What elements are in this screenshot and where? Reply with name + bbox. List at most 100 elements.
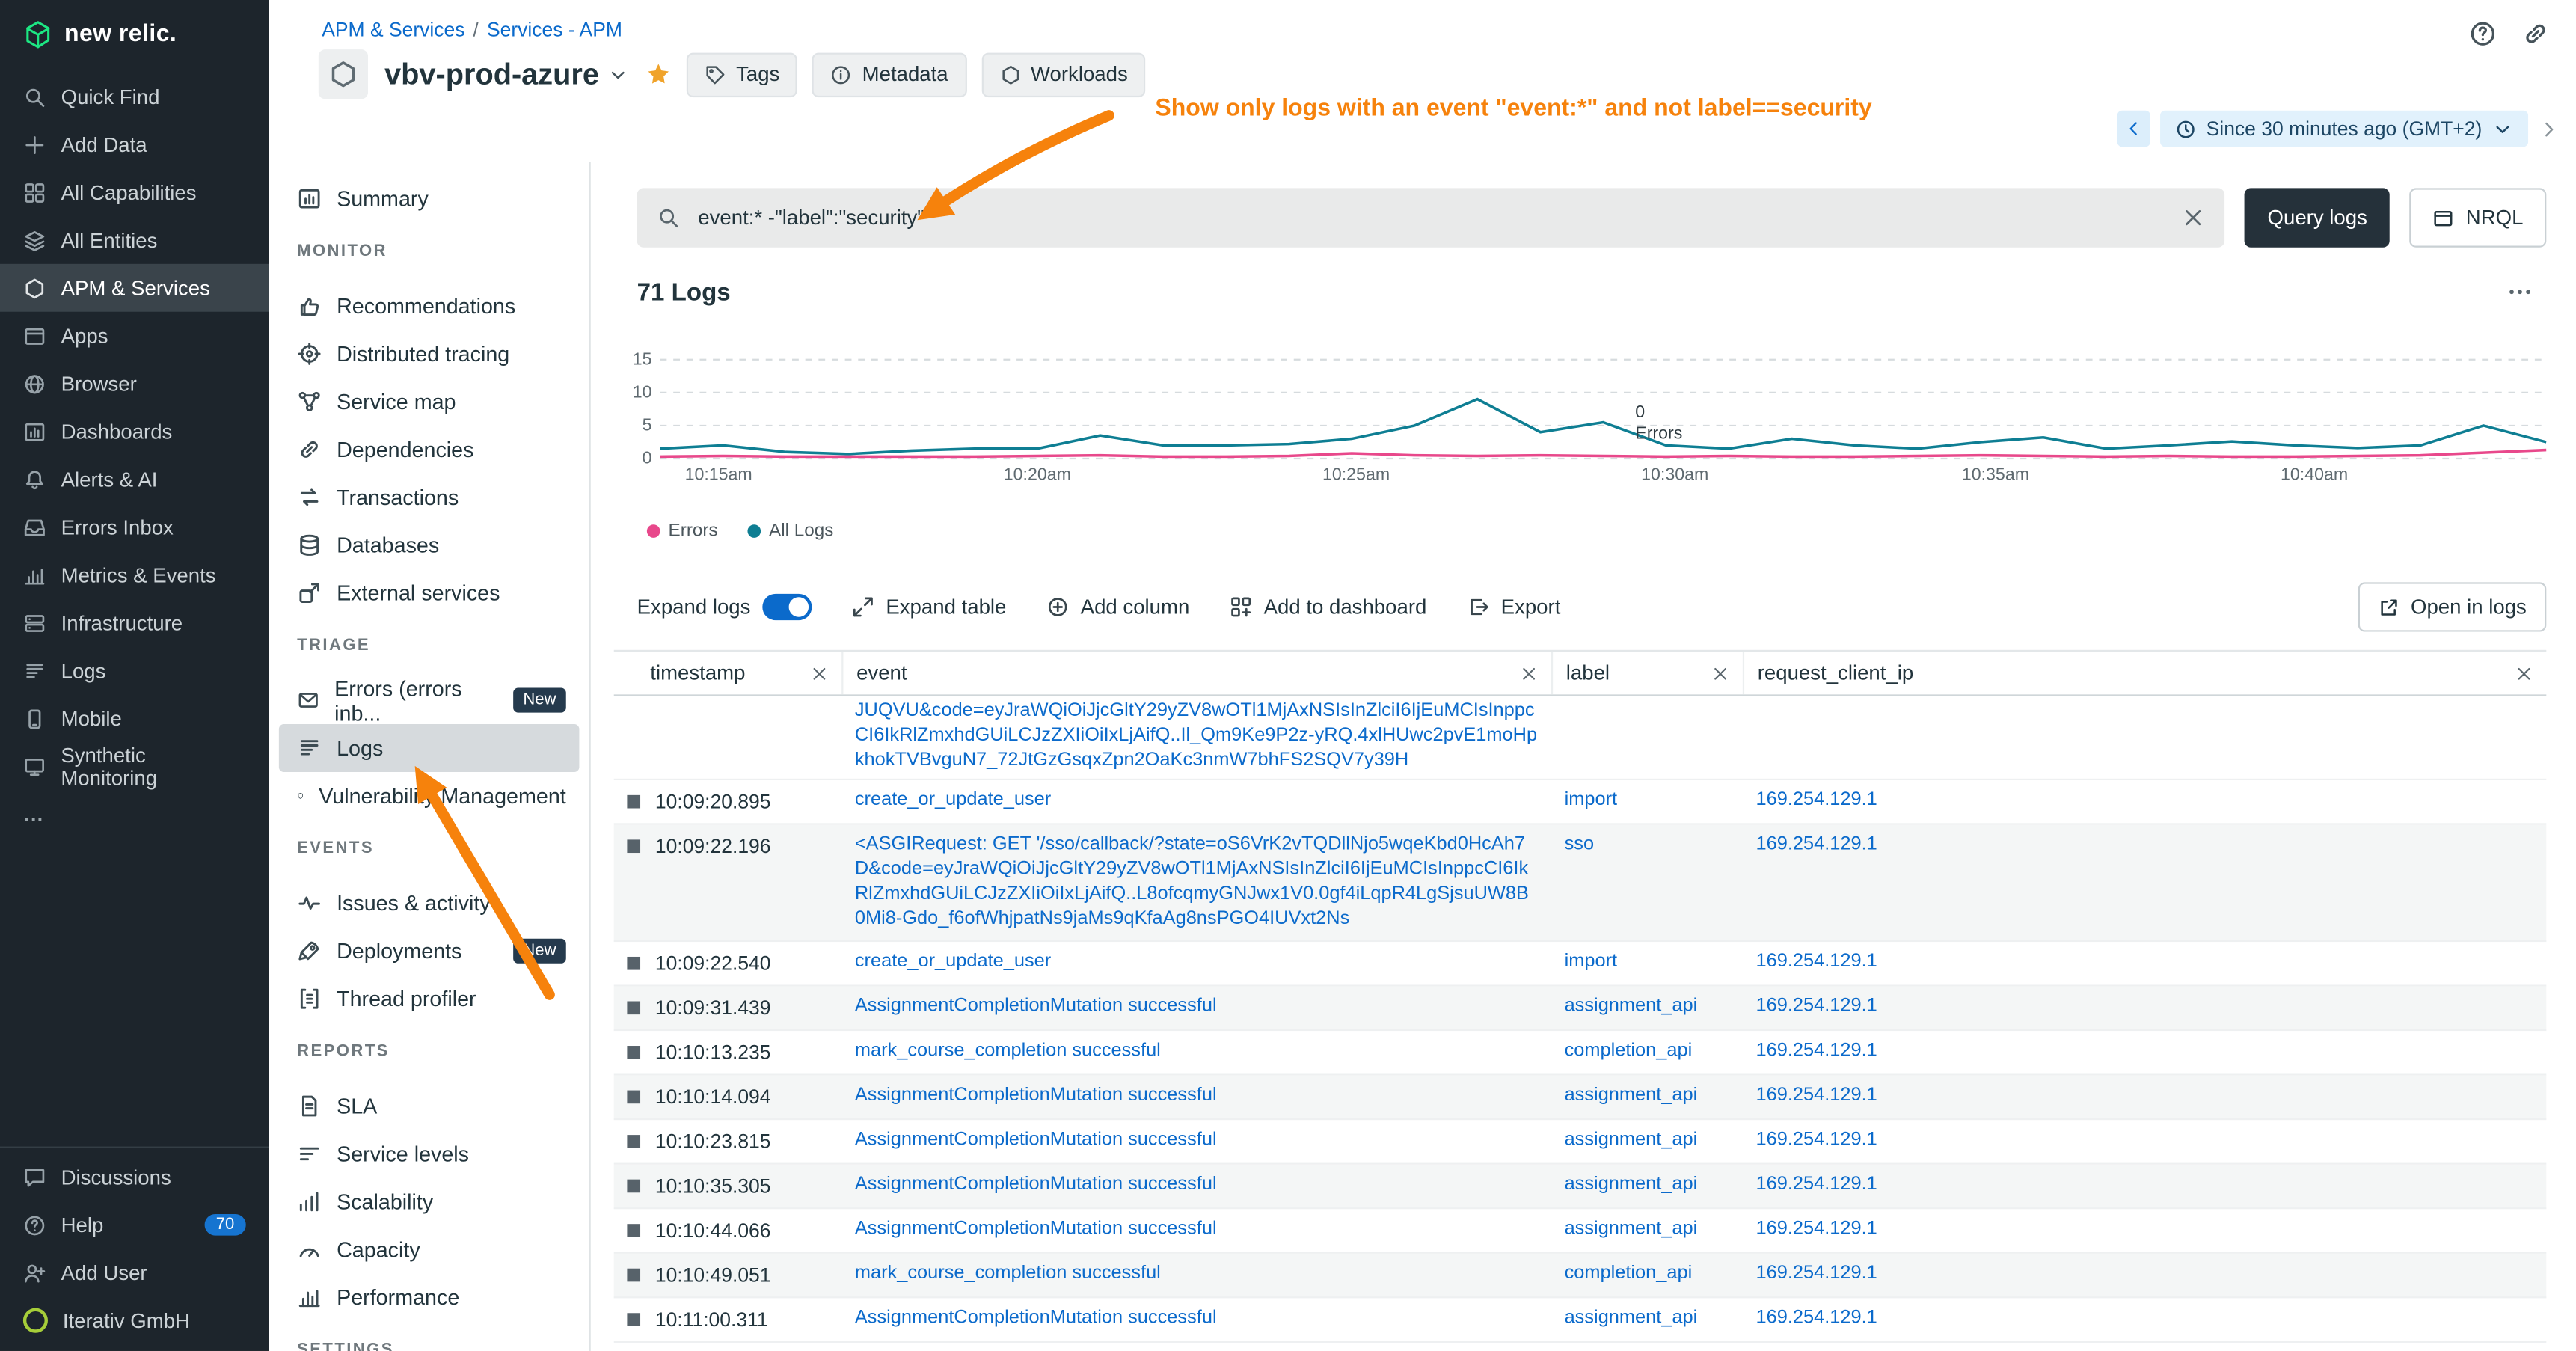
legend-errors[interactable]: Errors bbox=[647, 521, 718, 541]
row-marker[interactable] bbox=[627, 957, 640, 970]
cell-event-link[interactable]: AssignmentCompletionMutation successful bbox=[855, 1084, 1538, 1109]
cell-event-link[interactable]: create_or_update_user bbox=[855, 788, 1538, 813]
toggle-on[interactable] bbox=[762, 594, 812, 620]
chart-menu-icon[interactable] bbox=[2506, 279, 2533, 305]
cell-request-client-ip-link[interactable]: 169.254.129.1 bbox=[1756, 1306, 2533, 1331]
table-row[interactable]: 10:10:35.305AssignmentCompletionMutation… bbox=[614, 1165, 2547, 1210]
nav-browser[interactable]: Browser bbox=[0, 360, 269, 408]
nav-all-capabilities[interactable]: All Capabilities bbox=[0, 168, 269, 216]
cell-event-link[interactable]: <ASGIRequest: GET '/sso/callback/?state=… bbox=[855, 833, 1538, 932]
breadcrumb-apm-services[interactable]: APM & Services bbox=[322, 18, 464, 41]
cell-event-link[interactable]: AssignmentCompletionMutation successful bbox=[855, 1128, 1538, 1153]
cell-event-link[interactable]: mark_course_completion successful bbox=[855, 1039, 1538, 1064]
remove-column-icon[interactable] bbox=[1711, 664, 1729, 682]
row-marker[interactable] bbox=[627, 1313, 640, 1326]
help-circle-icon[interactable] bbox=[2469, 19, 2497, 47]
cell-label-link[interactable]: import bbox=[1565, 950, 1730, 975]
add-to-dashboard-button[interactable]: Add to dashboard bbox=[1229, 595, 1426, 619]
cell-label-link[interactable]: assignment_api bbox=[1565, 1128, 1730, 1153]
nav-dashboards[interactable]: Dashboards bbox=[0, 408, 269, 456]
subnav-service-levels[interactable]: Service levels bbox=[279, 1130, 580, 1177]
permalink-icon[interactable] bbox=[2521, 19, 2550, 47]
nav-logs[interactable]: Logs bbox=[0, 646, 269, 694]
open-in-logs-button[interactable]: Open in logs bbox=[2358, 582, 2546, 631]
subnav-summary[interactable]: Summary bbox=[279, 175, 580, 223]
table-row[interactable]: 10:10:13.235mark_course_completion succe… bbox=[614, 1031, 2547, 1076]
entity-switcher-chevron-icon[interactable] bbox=[607, 64, 629, 85]
subnav-performance[interactable]: Performance bbox=[279, 1273, 580, 1321]
cell-request-client-ip-link[interactable]: 169.254.129.1 bbox=[1756, 1262, 2533, 1287]
subnav-thread-profiler[interactable]: Thread profiler bbox=[279, 975, 580, 1023]
cell-event-link[interactable]: mark_course_completion successful bbox=[855, 1262, 1538, 1287]
time-range-picker[interactable]: Since 30 minutes ago (GMT+2) bbox=[2160, 111, 2528, 147]
metadata-button[interactable]: Metadata bbox=[812, 52, 966, 96]
add-column-button[interactable]: Add column bbox=[1046, 595, 1189, 619]
row-marker[interactable] bbox=[627, 1180, 640, 1193]
table-row[interactable]: 10:10:14.094AssignmentCompletionMutation… bbox=[614, 1076, 2547, 1121]
cell-event-link[interactable]: AssignmentCompletionMutation successful bbox=[855, 1306, 1538, 1331]
cell-event-link[interactable]: create_or_update_user bbox=[855, 950, 1538, 975]
nav-help[interactable]: Help70 bbox=[0, 1201, 269, 1249]
table-row[interactable]: 10:09:31.439AssignmentCompletionMutation… bbox=[614, 987, 2547, 1032]
row-marker[interactable] bbox=[627, 1135, 640, 1148]
table-row[interactable]: 10:11:00.311AssignmentCompletionMutation… bbox=[614, 1298, 2547, 1343]
subnav-vulnerability-management[interactable]: Vulnerability Management bbox=[279, 772, 580, 820]
subnav-scalability[interactable]: Scalability bbox=[279, 1177, 580, 1225]
nav-all-entities[interactable]: All Entities bbox=[0, 216, 269, 264]
nav-organization[interactable]: Iterativ GmbH bbox=[0, 1296, 269, 1344]
nav-add-user[interactable]: Add User bbox=[0, 1249, 269, 1296]
tags-button[interactable]: Tags bbox=[687, 52, 798, 96]
subnav-issues-activity[interactable]: Issues & activity bbox=[279, 879, 580, 927]
subnav-deployments[interactable]: DeploymentsNew bbox=[279, 927, 580, 975]
table-row[interactable]: 10:09:22.540create_or_update_userimport1… bbox=[614, 942, 2547, 987]
remove-column-icon[interactable] bbox=[810, 664, 828, 682]
cell-request-client-ip-link[interactable]: 169.254.129.1 bbox=[1756, 1084, 2533, 1109]
cell-label-link[interactable]: assignment_api bbox=[1565, 995, 1730, 1020]
cell-request-client-ip-link[interactable]: 169.254.129.1 bbox=[1756, 1039, 2533, 1064]
column-header-event[interactable]: event bbox=[841, 652, 1551, 694]
subnav-errors-inbox[interactable]: Errors (errors inb...New bbox=[279, 676, 580, 724]
nav-more[interactable]: … bbox=[0, 790, 269, 838]
time-forward-button[interactable] bbox=[2538, 118, 2560, 140]
cell-label-link[interactable]: assignment_api bbox=[1565, 1084, 1730, 1109]
cell-request-client-ip-link[interactable]: 169.254.129.1 bbox=[1756, 1173, 2533, 1198]
time-back-button[interactable] bbox=[2117, 111, 2150, 147]
cell-label-link[interactable]: assignment_api bbox=[1565, 1173, 1730, 1198]
query-logs-button[interactable]: Query logs bbox=[2245, 188, 2390, 247]
cell-event-link[interactable]: AssignmentCompletionMutation successful bbox=[855, 1217, 1538, 1242]
cell-event-link[interactable]: JUQVU&code=eyJraWQiOiJjcGltY29yZV8wOTl1M… bbox=[855, 699, 1538, 773]
row-marker[interactable] bbox=[627, 1269, 640, 1282]
cell-label-link[interactable]: completion_api bbox=[1565, 1262, 1730, 1287]
cell-label-link[interactable]: import bbox=[1565, 788, 1730, 813]
cell-request-client-ip-link[interactable]: 169.254.129.1 bbox=[1756, 995, 2533, 1020]
clear-search-icon[interactable] bbox=[2182, 206, 2205, 230]
row-marker[interactable] bbox=[627, 839, 640, 853]
subnav-service-map[interactable]: Service map bbox=[279, 378, 580, 426]
nrql-button[interactable]: NRQL bbox=[2410, 188, 2547, 247]
column-header-label[interactable]: label bbox=[1551, 652, 1743, 694]
subnav-sla[interactable]: SLA bbox=[279, 1082, 580, 1130]
cell-label-link[interactable]: sso bbox=[1565, 833, 1730, 858]
nav-apm-services[interactable]: APM & Services bbox=[0, 264, 269, 312]
nav-synthetic-monitoring[interactable]: Synthetic Monitoring bbox=[0, 742, 269, 790]
cell-event-link[interactable]: AssignmentCompletionMutation successful bbox=[855, 995, 1538, 1020]
column-header-timestamp[interactable]: timestamp bbox=[614, 652, 841, 694]
table-row[interactable]: 10:10:49.051mark_course_completion succe… bbox=[614, 1254, 2547, 1299]
favorite-star-icon[interactable] bbox=[645, 61, 672, 88]
row-marker[interactable] bbox=[627, 1046, 640, 1059]
table-row[interactable]: 10:09:20.895create_or_update_userimport1… bbox=[614, 780, 2547, 825]
new-relic-logo[interactable]: new relic. bbox=[0, 0, 269, 73]
table-row[interactable]: JUQVU&code=eyJraWQiOiJjcGltY29yZV8wOTl1M… bbox=[614, 696, 2547, 780]
cell-request-client-ip-link[interactable]: 169.254.129.1 bbox=[1756, 1217, 2533, 1242]
workloads-button[interactable]: Workloads bbox=[981, 52, 1146, 96]
cell-event-link[interactable]: AssignmentCompletionMutation successful bbox=[855, 1173, 1538, 1198]
expand-table-button[interactable]: Expand table bbox=[851, 595, 1006, 619]
row-marker[interactable] bbox=[627, 795, 640, 809]
cell-label-link[interactable]: assignment_api bbox=[1565, 1306, 1730, 1331]
breadcrumb-services-apm[interactable]: Services - APM bbox=[487, 18, 622, 41]
cell-label-link[interactable]: assignment_api bbox=[1565, 1217, 1730, 1242]
subnav-transactions[interactable]: Transactions bbox=[279, 474, 580, 521]
subnav-recommendations[interactable]: Recommendations bbox=[279, 282, 580, 330]
cell-request-client-ip-link[interactable]: 169.254.129.1 bbox=[1756, 788, 2533, 813]
column-header-request-client-ip[interactable]: request_client_ip bbox=[1743, 652, 2546, 694]
